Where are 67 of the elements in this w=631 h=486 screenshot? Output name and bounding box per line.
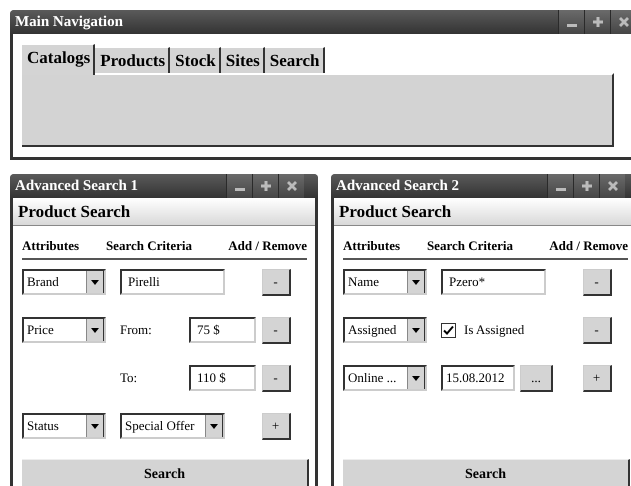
close-button[interactable] (278, 174, 304, 198)
column-header: Attributes (343, 238, 402, 254)
caret-icon (205, 415, 223, 437)
dropdown[interactable]: Name (343, 269, 427, 295)
add-button[interactable]: + (262, 413, 290, 440)
tab[interactable]: Catalogs (22, 44, 96, 75)
tab[interactable]: Stock (170, 47, 221, 73)
checkbox-label: Is Assigned (464, 322, 524, 338)
dropdown[interactable]: Price (22, 317, 106, 343)
close-button[interactable] (599, 174, 625, 198)
dropdown[interactable]: Status (22, 413, 106, 439)
caret-icon (86, 415, 104, 437)
remove-button[interactable]: - (582, 269, 612, 296)
close-icon (286, 180, 298, 192)
column-header: Add / Remove (549, 238, 628, 254)
tab[interactable]: Products (95, 47, 170, 73)
minimize-icon (556, 188, 566, 191)
maximize-button[interactable] (584, 10, 610, 34)
panel-heading: Product Search (334, 198, 631, 226)
column-header: Search Criteria (426, 238, 514, 254)
maximize-button[interactable] (252, 174, 278, 198)
text-field[interactable]: Pirelli (120, 269, 225, 295)
column-header: Attributes (22, 238, 80, 254)
window-title: Advanced Search 2 (336, 178, 460, 194)
field-label: To: (120, 370, 138, 386)
minimize-button[interactable] (547, 174, 573, 198)
plus-icon (260, 180, 272, 192)
minimize-icon (566, 24, 576, 27)
close-button[interactable] (610, 10, 631, 34)
text-field[interactable]: Pzero* (441, 269, 546, 295)
window-title: Main Navigation (15, 14, 123, 30)
field-label: From: (120, 322, 152, 338)
caret-icon (86, 271, 104, 293)
minimize-button[interactable] (558, 10, 584, 34)
dropdown[interactable]: Brand (22, 269, 106, 295)
date-picker-button[interactable]: ... (520, 364, 553, 392)
remove-button[interactable]: - (262, 365, 290, 392)
dropdown[interactable]: Special Offer (120, 413, 225, 439)
plus-icon (592, 16, 604, 28)
caret-icon (86, 319, 104, 341)
column-header: Search Criteria (106, 238, 193, 254)
text-field[interactable]: 75 $ (189, 317, 256, 343)
remove-button[interactable]: - (262, 317, 290, 344)
plus-icon (580, 180, 592, 192)
add-button[interactable]: + (582, 365, 612, 392)
remove-button[interactable]: - (262, 269, 290, 296)
text-field[interactable]: 110 $ (189, 365, 256, 391)
caret-icon (407, 319, 425, 341)
dropdown[interactable]: Assigned (343, 317, 427, 343)
close-icon (606, 180, 618, 192)
panel-heading: Product Search (13, 198, 315, 226)
caret-icon (407, 271, 425, 293)
close-icon (618, 16, 630, 28)
dropdown[interactable]: Online ... (343, 365, 427, 391)
checkbox[interactable] (441, 322, 456, 338)
minimize-button[interactable] (226, 174, 252, 198)
window-title: Advanced Search 1 (15, 178, 138, 194)
caret-icon (407, 367, 425, 389)
remove-button[interactable]: - (582, 317, 612, 344)
column-header: Add / Remove (228, 238, 307, 254)
maximize-button[interactable] (573, 174, 599, 198)
minimize-icon (234, 188, 244, 191)
date-field[interactable]: 15.08.2012 (441, 365, 515, 391)
search-button[interactable]: Search (343, 459, 630, 486)
tab[interactable]: Sites (220, 47, 265, 73)
search-button[interactable]: Search (22, 459, 309, 486)
tab[interactable]: Search (264, 47, 325, 73)
